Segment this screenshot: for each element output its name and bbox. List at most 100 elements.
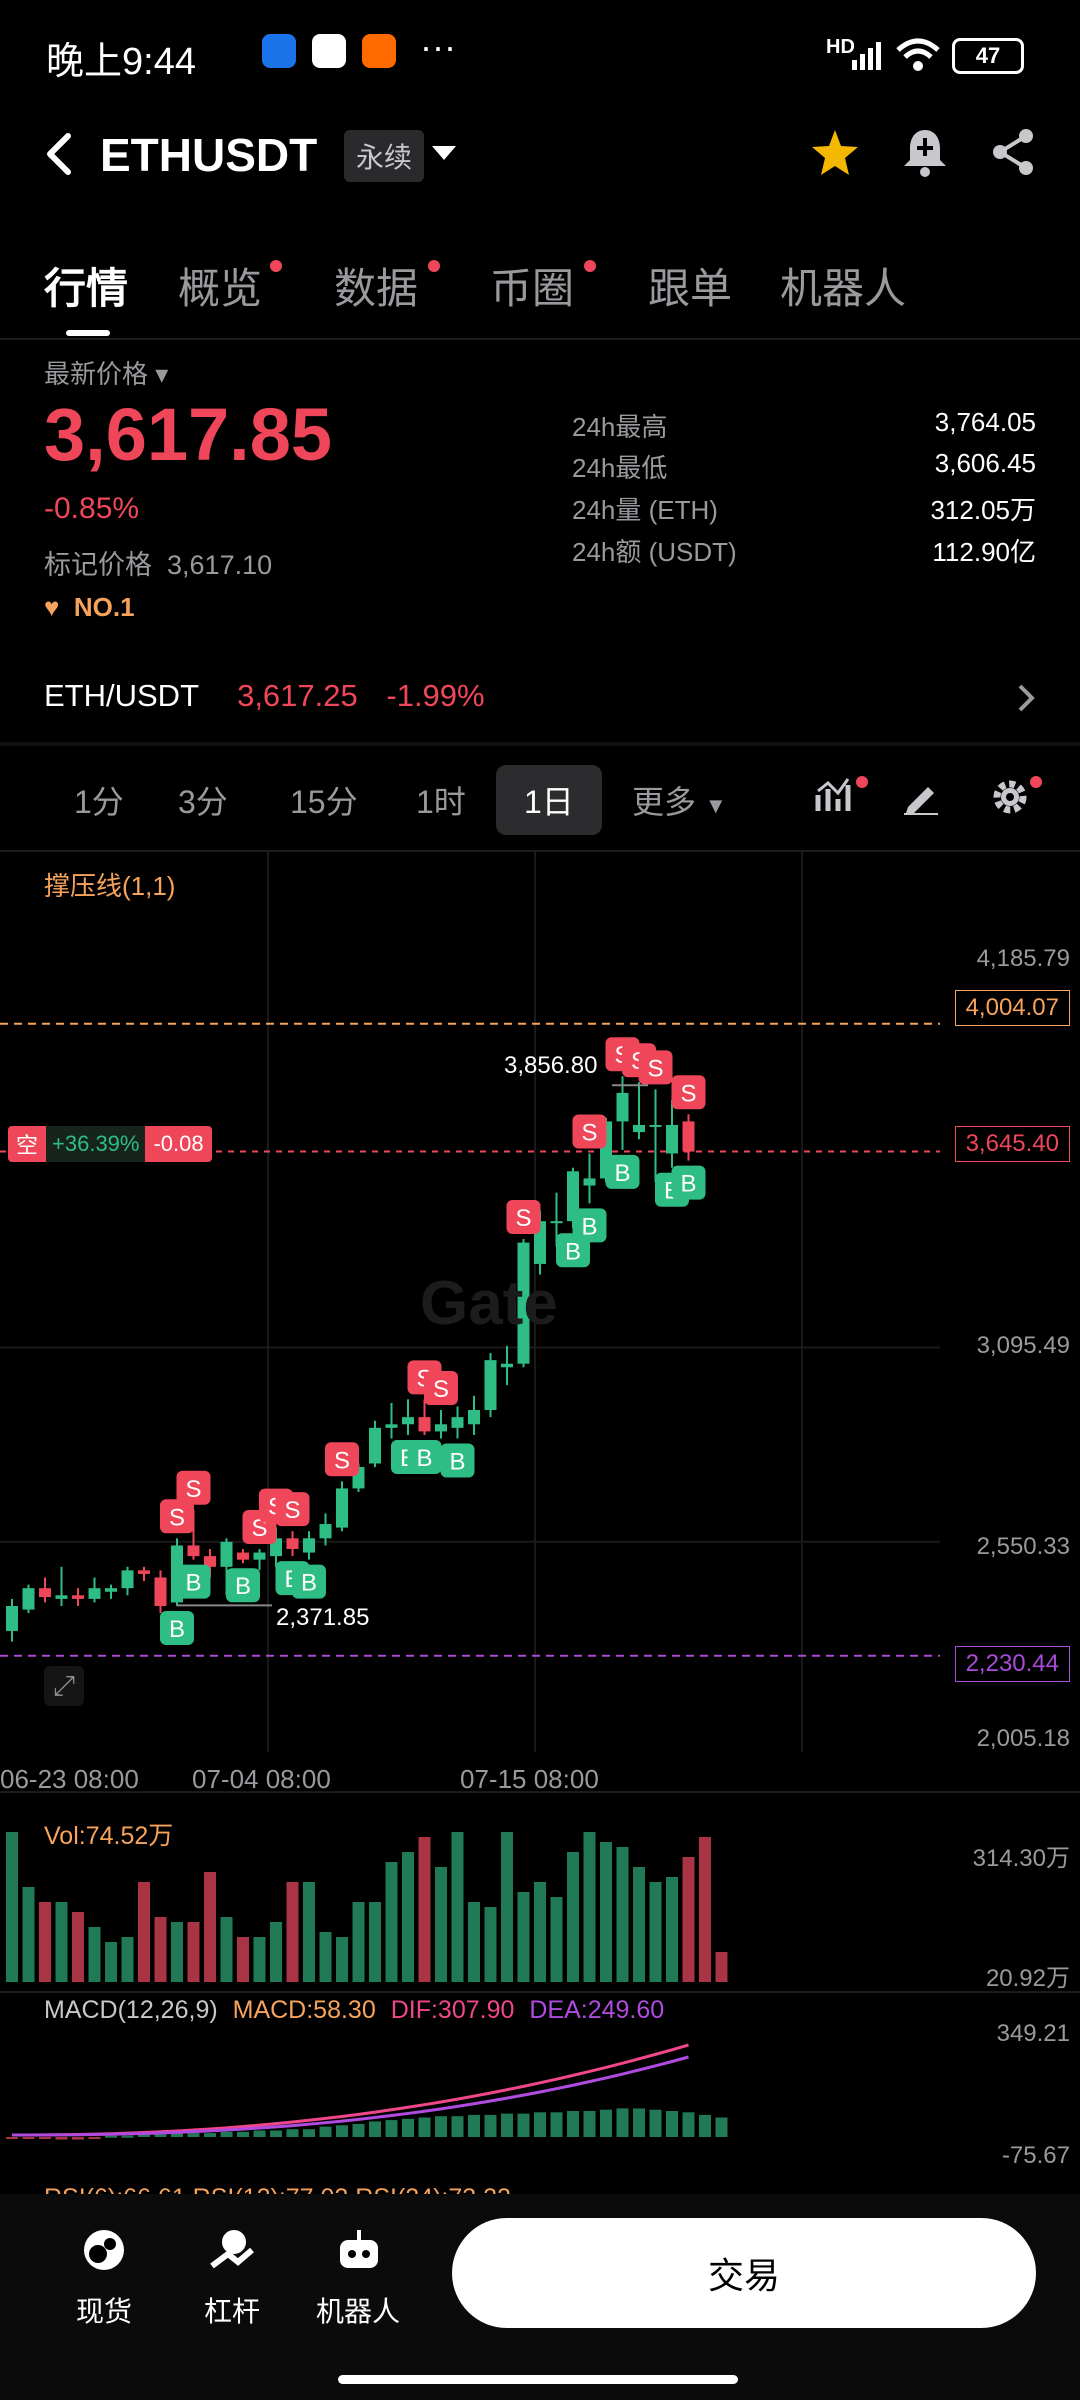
volume-bar [303, 1882, 315, 1982]
macd-histogram-bar [616, 2108, 629, 2137]
volume-axis-bottom: 20.92万 [985, 1965, 1070, 1992]
macd-histogram-bar [369, 2121, 381, 2137]
symbol-dropdown-icon[interactable] [432, 146, 456, 162]
date-axis-label: 07-04 08:00 [192, 1764, 331, 1794]
position-pnl: +36.39% [46, 1126, 146, 1162]
volume-bar [154, 1917, 167, 1982]
volume-bar [501, 1832, 513, 1982]
spot-icon[interactable] [80, 2226, 128, 2274]
macd-histogram-bar [699, 2114, 711, 2137]
price-axis-label: 2,550.33 [976, 1533, 1070, 1560]
price-axis-label: 4,185.79 [976, 945, 1070, 972]
macd-histogram-bar [105, 2135, 117, 2138]
volume-bar [237, 1937, 249, 1982]
timeframe-1m[interactable]: 1分 [74, 777, 124, 823]
rank-badge[interactable]: ♥ NO.1 [44, 592, 135, 623]
candle-body [666, 1124, 678, 1154]
marker-label: B [185, 1570, 201, 1597]
volume-bar [286, 1882, 299, 1982]
tab-market[interactable]: 行情 [44, 255, 128, 316]
tab-community[interactable]: 币圈 [490, 255, 574, 316]
stat-volume-value: 312.05万 [930, 495, 1036, 525]
app-notification-icon [362, 34, 396, 68]
back-icon[interactable] [44, 132, 74, 176]
volume-bar [22, 1887, 35, 1982]
volume-bar [220, 1917, 233, 1982]
fullscreen-expand-icon[interactable]: ⤢ [44, 1666, 84, 1706]
last-price-label[interactable]: 最新价格 ▾ [44, 354, 168, 391]
timeframe-3m[interactable]: 3分 [178, 777, 228, 823]
position-qty: -0.08 [153, 1131, 204, 1156]
volume-bar [138, 1882, 150, 1982]
candle-body [6, 1606, 18, 1631]
candle-body [418, 1417, 431, 1432]
volume-bar [517, 1892, 530, 1982]
volume-bar [336, 1937, 348, 1982]
volume-bar [666, 1877, 678, 1982]
chevron-right-icon [1018, 684, 1035, 712]
contract-type-badge: 永续 [344, 130, 425, 182]
nav-margin[interactable]: 杠杆 [172, 2290, 292, 2330]
tab-copy-trading[interactable]: 跟单 [648, 255, 732, 316]
chart-settings-gear-icon[interactable] [990, 777, 1030, 817]
stat-low-value: 3,606.45 [934, 448, 1036, 478]
volume-bar [715, 1952, 728, 1982]
spot-pair-price: 3,617.25 [237, 678, 358, 713]
timeframe-1d[interactable]: 1日 [496, 765, 602, 835]
candle-body [39, 1588, 51, 1598]
stat-low-label: 24h最低 [572, 453, 668, 483]
margin-icon[interactable] [208, 2226, 256, 2274]
indicators-icon[interactable] [814, 775, 854, 815]
candle-body [237, 1552, 249, 1560]
volume-bar [435, 1867, 447, 1982]
symbol-title[interactable]: ETHUSDT [100, 128, 317, 182]
date-axis-label: 06-23 08:00 [0, 1764, 139, 1794]
volume-bar [352, 1902, 365, 1982]
nav-bot[interactable]: 机器人 [298, 2290, 418, 2330]
volume-bar [319, 1932, 332, 1982]
trade-button[interactable]: 交易 [452, 2218, 1036, 2328]
position-tag[interactable]: 空 +36.39% -0.08 [8, 1126, 212, 1162]
indicator-label[interactable]: 撑压线(1,1) [44, 866, 175, 903]
volume-bar [369, 1902, 381, 1982]
draw-pen-icon[interactable] [902, 777, 940, 815]
mark-price: 标记价格 3,617.10 [44, 550, 273, 580]
timeframe-1h[interactable]: 1时 [416, 777, 466, 823]
marker-label: S [284, 1497, 300, 1524]
macd-histogram-bar [418, 2117, 431, 2137]
network-type: HD [826, 36, 855, 58]
favorite-star-icon[interactable] [810, 128, 860, 178]
tab-bots[interactable]: 机器人 [780, 255, 906, 316]
battery-icon: 47 [952, 38, 1024, 74]
macd-histogram-bar [121, 2135, 134, 2138]
macd-histogram-bar [220, 2131, 233, 2137]
robot-icon[interactable] [334, 2226, 384, 2274]
share-icon[interactable] [990, 128, 1038, 176]
outlook-app-icon [262, 34, 296, 68]
macd-histogram-bar [484, 2114, 497, 2137]
date-axis-label: 07-15 08:00 [460, 1764, 599, 1794]
tab-data[interactable]: 数据 [334, 255, 418, 316]
price-alert-bell-icon[interactable] [900, 126, 950, 178]
tab-overview[interactable]: 概览 [178, 255, 262, 316]
macd-histogram-bar [715, 2117, 728, 2137]
spot-pair-change: -1.99% [386, 678, 485, 713]
macd-histogram-bar [468, 2114, 480, 2137]
marker-label: S [334, 1447, 350, 1474]
macd-histogram-bar [303, 2129, 315, 2137]
spot-pair-name: ETH/USDT [44, 678, 199, 713]
candle-body [550, 1221, 563, 1224]
wifi-icon [896, 38, 940, 71]
timeframe-more[interactable]: 更多 ▼ [632, 777, 727, 823]
candle-body [105, 1588, 117, 1592]
candle-body [187, 1545, 200, 1557]
home-indicator[interactable] [338, 2375, 738, 2384]
candle-body [55, 1595, 68, 1599]
spot-pair-row[interactable]: ETH/USDT 3,617.25 -1.99% [44, 678, 1036, 714]
macd-histogram-bar [633, 2108, 645, 2137]
stat-turnover-label: 24h额 (USDT) [572, 537, 737, 567]
marker-label: S [433, 1376, 449, 1403]
volume-bar [72, 1912, 84, 1982]
nav-spot[interactable]: 现货 [44, 2290, 164, 2330]
timeframe-15m[interactable]: 15分 [290, 777, 358, 823]
